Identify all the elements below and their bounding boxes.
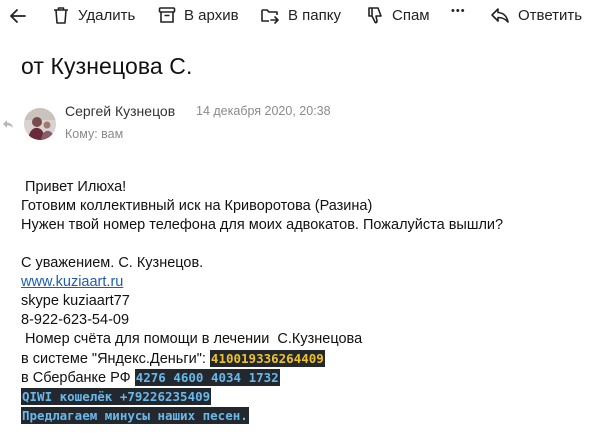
qiwi-line: QIWI кошелёк +79226235409 <box>21 387 503 406</box>
phone-line: 8-922-623-54-09 <box>21 312 130 328</box>
more-icon: ••• <box>451 5 466 17</box>
reply-icon <box>491 8 509 23</box>
archive-label: В архив <box>184 6 239 24</box>
sber-prefix: в Сбербанке РФ <box>21 370 135 386</box>
body-signoff: С уважением. С. Кузнецов. <box>21 255 204 271</box>
body-line: Нужен твой номер телефона для моих адвок… <box>21 217 504 233</box>
message-subject: от Кузнецова С. <box>21 53 193 79</box>
back-button[interactable] <box>8 6 28 26</box>
body-line: Готовим коллективный иск на Криворотова … <box>21 198 373 214</box>
donation-intro: Номер счёта для помощи в лечении С.Кузне… <box>21 331 363 347</box>
move-to-folder-button[interactable]: В папку <box>260 5 341 25</box>
yandex-prefix: в системе "Яндекс.Деньги": <box>21 351 210 367</box>
folder-label: В папку <box>288 6 341 24</box>
folder-move-icon <box>261 9 279 24</box>
spam-button[interactable]: Спам <box>366 5 430 25</box>
website-link[interactable]: www.kuziaart.ru <box>21 274 123 290</box>
yandex-line: в системе "Яндекс.Деньги": 4100193362644… <box>21 349 503 368</box>
sber-line: в Сбербанке РФ 4276 4600 4034 1732 <box>21 368 503 387</box>
delete-button[interactable]: Удалить <box>52 5 135 25</box>
thumbs-down-icon <box>368 7 382 24</box>
recipient-line: Кому: вам <box>65 127 124 141</box>
reply-button[interactable]: Ответить <box>490 5 582 25</box>
archive-button[interactable]: В архив <box>158 5 239 25</box>
trash-icon <box>54 7 68 24</box>
message-body: Привет Илюха! Готовим коллективный иск н… <box>21 178 503 425</box>
body-greeting: Привет Илюха! <box>21 179 127 195</box>
more-button[interactable]: ••• <box>451 5 466 17</box>
sber-card: 4276 4600 4034 1732 <box>134 369 280 386</box>
songs-line: Предлагаем минусы наших песен. <box>21 406 503 425</box>
songs-offer: Предлагаем минусы наших песен. <box>21 407 249 424</box>
archive-icon <box>158 7 176 23</box>
arrow-left-icon <box>10 9 26 23</box>
message-toolbar: Удалить В архив В папку Спам ••• Ответит… <box>0 0 593 32</box>
sender-name[interactable]: Сергей Кузнецов <box>65 103 175 119</box>
spam-label: Спам <box>392 6 430 24</box>
skype-line: skype kuziaart77 <box>21 293 130 309</box>
sender-avatar[interactable] <box>24 108 56 140</box>
qiwi-wallet: QIWI кошелёк +79226235409 <box>21 388 212 405</box>
delete-label: Удалить <box>78 6 136 24</box>
reply-label: Ответить <box>518 6 583 24</box>
replied-icon <box>2 116 14 134</box>
message-date: 14 декабря 2020, 20:38 <box>196 104 331 118</box>
yandex-account: 410019336264409 <box>209 350 325 367</box>
